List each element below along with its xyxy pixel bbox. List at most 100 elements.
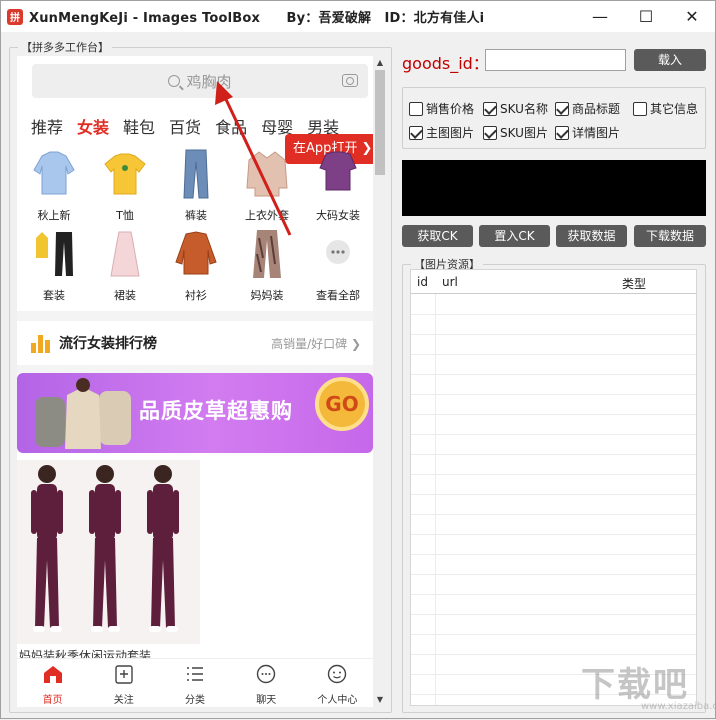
image-resources-table[interactable]: id url 类型 <box>410 269 697 706</box>
checkbox-box[interactable] <box>483 101 497 116</box>
grid-row-line <box>411 534 696 535</box>
mom-wear-image <box>253 230 281 278</box>
product-image[interactable] <box>17 460 200 644</box>
category-item[interactable]: 衬衫 <box>161 228 231 304</box>
tracksuit-image <box>31 465 179 632</box>
embedded-browser[interactable]: 鸡胸肉 推荐 女装 鞋包 百货 食品 母婴 男装 在App打开 ❯ 秋上新 T恤 <box>17 56 373 707</box>
ranking-header[interactable]: 流行女装排行榜 高销量/好口碑 ❯ <box>17 321 373 365</box>
checkbox-product-title[interactable]: 商品标题 <box>555 100 620 117</box>
nav-category[interactable]: 分类 <box>159 659 230 707</box>
goods-id-input[interactable] <box>485 49 626 71</box>
nav-profile[interactable]: 个人中心 <box>302 659 373 707</box>
grid-row-line <box>411 514 696 515</box>
grid-row-line <box>411 474 696 475</box>
banner-go-badge: GO <box>315 377 369 431</box>
download-data-button[interactable]: 下载数据 <box>634 225 706 247</box>
site-watermark: 下载吧 www.xiazaiba.com <box>581 657 716 717</box>
nav-follow-label: 关注 <box>113 695 134 706</box>
category-item[interactable]: 妈妈装 <box>232 228 302 304</box>
grid-row-line <box>411 414 696 415</box>
load-button[interactable]: 载入 <box>634 49 706 71</box>
fetch-data-button[interactable]: 获取数据 <box>556 225 627 247</box>
list-icon <box>187 667 203 681</box>
coat-image <box>246 151 288 197</box>
grid-row-line <box>411 334 696 335</box>
checkbox-box[interactable] <box>483 125 497 140</box>
category-item[interactable]: 上衣外套 <box>232 148 302 224</box>
blouse-image <box>33 151 75 195</box>
scroll-down-icon[interactable]: ▼ <box>375 695 385 705</box>
table-header: id url 类型 <box>411 270 696 294</box>
shirt-image <box>175 231 217 275</box>
section-divider <box>17 365 373 373</box>
nav-home[interactable]: 首页 <box>17 659 88 707</box>
app-window: 拼 XunMengKeJi - Images ToolBox By：吾爱破解 I… <box>0 0 716 719</box>
grid-row-line <box>411 314 696 315</box>
category-label: 裤装 <box>185 209 207 222</box>
tab-food[interactable]: 食品 <box>201 108 247 142</box>
category-item[interactable]: T恤 <box>90 148 160 224</box>
checkbox-box[interactable] <box>409 125 423 140</box>
scrollbar-thumb[interactable] <box>375 70 385 175</box>
camera-icon[interactable] <box>342 74 358 87</box>
grid-row-line <box>411 354 696 355</box>
tab-womens[interactable]: 女装 <box>63 108 109 142</box>
browser-scrollbar[interactable]: ▲ ▼ <box>373 56 387 707</box>
checkbox-main-images[interactable]: 主图图片 <box>409 124 474 141</box>
col-url[interactable]: url <box>442 275 458 289</box>
fur-coat-image <box>35 378 131 449</box>
checkbox-label: SKU图片 <box>500 126 548 140</box>
grid-row-line <box>411 394 696 395</box>
checkbox-box[interactable] <box>555 125 569 140</box>
checkbox-label: 详情图片 <box>572 126 621 140</box>
preview-area <box>402 160 706 216</box>
set-ck-button[interactable]: 置入CK <box>479 225 550 247</box>
pants-image <box>183 149 209 199</box>
minimize-button[interactable]: — <box>577 1 623 32</box>
category-item[interactable]: 套装 <box>19 228 89 304</box>
grid-row-line <box>411 374 696 375</box>
view-all-item[interactable]: 查看全部 <box>303 228 373 304</box>
category-item[interactable]: 大码女装 <box>303 148 373 224</box>
watermark-url: www.xiazaiba.com <box>641 701 716 712</box>
grid-col-line <box>435 294 436 705</box>
grid-row-line <box>411 574 696 575</box>
search-bar[interactable]: 鸡胸肉 <box>32 64 368 98</box>
maximize-button[interactable]: ☐ <box>623 1 669 32</box>
title-bar: 拼 XunMengKeJi - Images ToolBox By：吾爱破解 I… <box>1 1 715 32</box>
tab-shoes-bags[interactable]: 鞋包 <box>109 108 155 142</box>
nav-home-label: 首页 <box>42 695 63 706</box>
get-ck-button[interactable]: 获取CK <box>402 225 473 247</box>
scroll-up-icon[interactable]: ▲ <box>375 58 385 68</box>
grid-row-line <box>411 634 696 635</box>
checkbox-label: 销售价格 <box>426 102 475 116</box>
checkbox-sku-images[interactable]: SKU图片 <box>483 124 548 141</box>
close-button[interactable]: ✕ <box>669 1 715 32</box>
checkbox-other-info[interactable]: 其它信息 <box>633 100 698 117</box>
nav-chat-label: 聊天 <box>256 695 277 706</box>
checkbox-box[interactable] <box>409 101 423 116</box>
col-type[interactable]: 类型 <box>622 275 646 292</box>
app-logo-icon: 拼 <box>7 8 23 25</box>
category-item[interactable]: 裙装 <box>90 228 160 304</box>
nav-chat[interactable]: 聊天 <box>231 659 302 707</box>
category-label: T恤 <box>116 209 134 222</box>
checkbox-box[interactable] <box>555 101 569 116</box>
category-label: 衬衫 <box>185 289 207 302</box>
col-id[interactable]: id <box>417 275 428 289</box>
nav-follow[interactable]: 关注 <box>88 659 159 707</box>
category-item[interactable]: 秋上新 <box>19 148 89 224</box>
more-dots-icon <box>326 240 350 264</box>
tab-recommend[interactable]: 推荐 <box>17 108 63 142</box>
category-item[interactable]: 裤装 <box>161 148 231 224</box>
tab-general[interactable]: 百货 <box>155 108 201 142</box>
promo-banner[interactable]: 品质皮草超惠购 GO <box>17 373 373 453</box>
grid-row-line <box>411 554 696 555</box>
checkbox-box[interactable] <box>633 101 647 116</box>
checkbox-detail-images[interactable]: 详情图片 <box>555 124 620 141</box>
grid-row-line <box>411 614 696 615</box>
grid-row-line <box>411 654 696 655</box>
checkbox-sale-price[interactable]: 销售价格 <box>409 100 474 117</box>
ranking-title: 流行女装排行榜 <box>59 336 157 352</box>
checkbox-sku-name[interactable]: SKU名称 <box>483 100 548 117</box>
